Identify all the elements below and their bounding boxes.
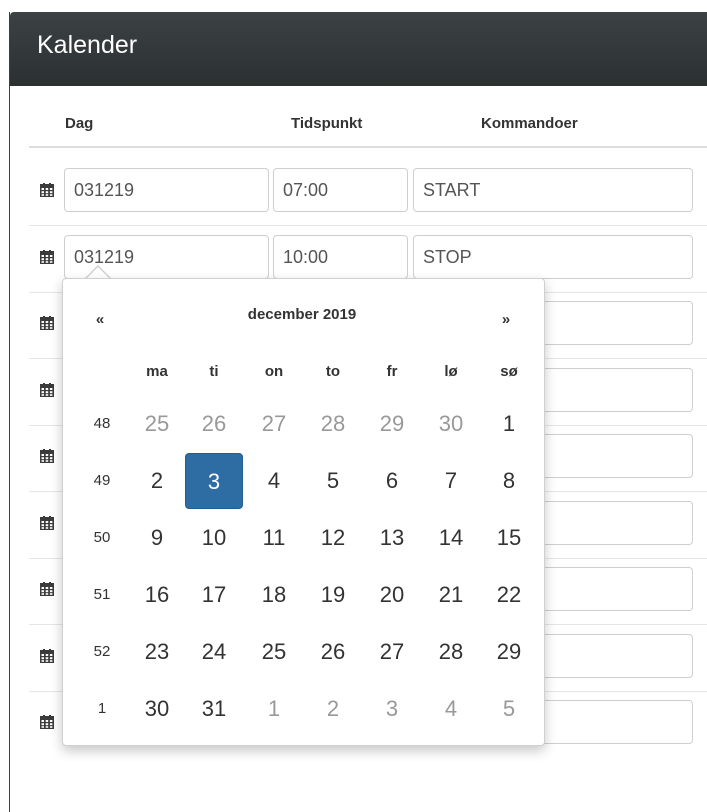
row-divider bbox=[29, 225, 707, 226]
panel-header: Kalender bbox=[10, 12, 707, 86]
day-cell[interactable]: 14 bbox=[422, 510, 480, 566]
weekday-header: ti bbox=[209, 363, 219, 380]
day-cell[interactable]: 29 bbox=[363, 396, 421, 452]
calendar-icon[interactable] bbox=[40, 516, 54, 530]
day-cell[interactable]: 30 bbox=[422, 396, 480, 452]
day-cell[interactable]: 19 bbox=[304, 567, 362, 623]
time-input[interactable]: 10:00 bbox=[273, 235, 408, 279]
command-input[interactable]: STOP bbox=[413, 235, 693, 279]
day-cell[interactable]: 25 bbox=[128, 396, 186, 452]
day-cell[interactable]: 10 bbox=[185, 510, 243, 566]
calendar-icon[interactable] bbox=[40, 383, 54, 397]
day-cell-selected[interactable]: 3 bbox=[185, 453, 243, 509]
day-cell[interactable]: 9 bbox=[128, 510, 186, 566]
week-number: 1 bbox=[97, 700, 107, 717]
datepicker-month-title[interactable]: december 2019 bbox=[187, 295, 417, 335]
day-cell[interactable]: 4 bbox=[422, 681, 480, 737]
day-input[interactable]: 031219 bbox=[64, 168, 269, 212]
day-cell[interactable]: 5 bbox=[304, 453, 362, 509]
datepicker-prev-button[interactable]: « bbox=[83, 300, 117, 340]
command-input[interactable]: START bbox=[413, 168, 693, 212]
week-number: 49 bbox=[93, 472, 111, 489]
calendar-icon[interactable] bbox=[40, 649, 54, 663]
day-cell[interactable]: 5 bbox=[480, 681, 538, 737]
weekday-header: fr bbox=[386, 363, 398, 380]
day-cell[interactable]: 7 bbox=[422, 453, 480, 509]
weekday-header: on bbox=[264, 363, 284, 380]
day-cell[interactable]: 8 bbox=[480, 453, 538, 509]
header-divider bbox=[29, 146, 707, 148]
day-cell[interactable]: 2 bbox=[304, 681, 362, 737]
week-number: 52 bbox=[93, 643, 111, 660]
calendar-icon[interactable] bbox=[40, 183, 54, 197]
weekday-header: sø bbox=[500, 363, 518, 380]
day-cell[interactable]: 25 bbox=[245, 624, 303, 680]
column-header-time: Tidspunkt bbox=[291, 115, 363, 132]
day-cell[interactable]: 29 bbox=[480, 624, 538, 680]
weekday-header: lø bbox=[444, 363, 458, 380]
week-number: 48 bbox=[93, 415, 111, 432]
column-header-command: Kommandoer bbox=[481, 115, 578, 132]
day-cell[interactable]: 31 bbox=[185, 681, 243, 737]
day-cell[interactable]: 13 bbox=[363, 510, 421, 566]
day-cell[interactable]: 27 bbox=[245, 396, 303, 452]
day-cell[interactable]: 21 bbox=[422, 567, 480, 623]
day-cell[interactable]: 15 bbox=[480, 510, 538, 566]
day-cell[interactable]: 28 bbox=[422, 624, 480, 680]
day-cell[interactable]: 16 bbox=[128, 567, 186, 623]
panel-title: Kalender bbox=[37, 31, 138, 59]
day-cell[interactable]: 1 bbox=[245, 681, 303, 737]
day-cell[interactable]: 3 bbox=[363, 681, 421, 737]
calendar-icon[interactable] bbox=[40, 250, 54, 264]
day-cell[interactable]: 30 bbox=[128, 681, 186, 737]
day-cell[interactable]: 20 bbox=[363, 567, 421, 623]
column-header-day: Dag bbox=[65, 115, 94, 132]
weekday-header: to bbox=[325, 363, 341, 380]
day-cell[interactable]: 4 bbox=[245, 453, 303, 509]
time-input[interactable]: 07:00 bbox=[273, 168, 408, 212]
day-cell[interactable]: 6 bbox=[363, 453, 421, 509]
day-cell[interactable]: 11 bbox=[245, 510, 303, 566]
day-cell[interactable]: 27 bbox=[363, 624, 421, 680]
week-number: 51 bbox=[93, 586, 111, 603]
calendar-icon[interactable] bbox=[40, 449, 54, 463]
calendar-icon[interactable] bbox=[40, 715, 54, 729]
day-cell[interactable]: 26 bbox=[304, 624, 362, 680]
day-cell[interactable]: 1 bbox=[480, 396, 538, 452]
day-cell[interactable]: 12 bbox=[304, 510, 362, 566]
calendar-icon[interactable] bbox=[40, 316, 54, 330]
day-cell[interactable]: 24 bbox=[185, 624, 243, 680]
day-cell[interactable]: 23 bbox=[128, 624, 186, 680]
day-cell[interactable]: 2 bbox=[128, 453, 186, 509]
calendar-icon[interactable] bbox=[40, 582, 54, 596]
day-cell[interactable]: 26 bbox=[185, 396, 243, 452]
day-cell[interactable]: 22 bbox=[480, 567, 538, 623]
day-cell[interactable]: 28 bbox=[304, 396, 362, 452]
day-cell[interactable]: 17 bbox=[185, 567, 243, 623]
datepicker-next-button[interactable]: » bbox=[489, 300, 523, 340]
weekday-header: ma bbox=[146, 363, 168, 380]
week-number: 50 bbox=[93, 529, 111, 546]
datepicker: « december 2019 » ma ti on to fr lø sø 48 25 26 27… bbox=[62, 278, 545, 746]
day-cell[interactable]: 18 bbox=[245, 567, 303, 623]
